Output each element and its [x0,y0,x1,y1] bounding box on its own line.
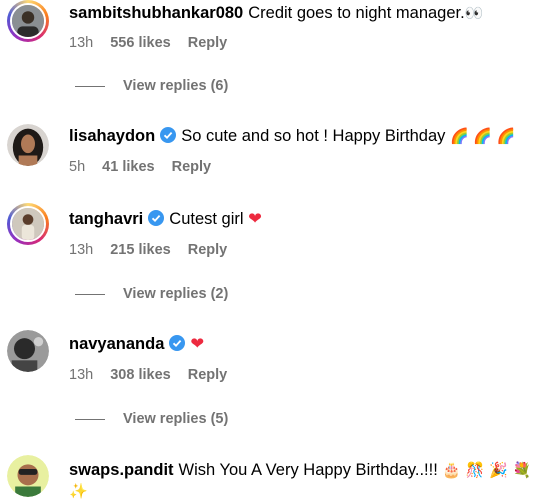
likes-count[interactable]: 41 likes [102,159,154,175]
comment-username[interactable]: sambitshubhankar080 [69,4,243,22]
comment-username[interactable]: lisahaydon [69,127,155,145]
verified-badge-icon [160,127,177,143]
divider-line [75,293,105,295]
avatar[interactable] [7,203,49,245]
view-replies-button[interactable]: View replies (5) [75,410,228,428]
comment-username[interactable]: tanghavri [69,210,143,228]
reply-button[interactable]: Reply [188,242,228,258]
comment-username[interactable]: swaps.pandit [69,461,174,479]
likes-count[interactable]: 308 likes [110,367,170,383]
avatar[interactable] [7,0,49,42]
comment-time[interactable]: 13h [69,242,93,258]
comment-time[interactable]: 13h [69,35,93,51]
heart-emoji: ❤ [248,209,262,228]
comment-text: Wish You A Very Happy Birthday..!!! [178,461,438,479]
verified-badge-icon [169,335,186,351]
sparkles-emoji: ✨ [69,482,88,500]
avatar[interactable] [7,330,49,372]
avatar[interactable] [7,455,49,497]
reply-button[interactable]: Reply [172,159,212,175]
comment-username[interactable]: navyananda [69,335,164,353]
heart-emoji: ❤ [190,334,205,353]
view-replies-label: View replies (2) [123,286,229,302]
verified-badge-icon [148,210,165,226]
avatar[interactable] [7,124,49,166]
view-replies-label: View replies (5) [123,411,229,427]
divider-line [75,418,105,420]
view-replies-button[interactable]: View replies (6) [75,77,228,95]
divider-line [75,85,105,87]
likes-count[interactable]: 556 likes [110,35,170,51]
comment-text: Cutest girl [169,210,244,228]
comment-time[interactable]: 13h [69,367,93,383]
comment-text: So cute and so hot ! Happy Birthday [181,127,446,145]
likes-count[interactable]: 215 likes [110,242,170,258]
comment-text: Credit goes to night manager. [248,4,465,22]
reply-button[interactable]: Reply [188,35,228,51]
rainbow-emoji: 🌈 🌈 🌈 [449,127,516,145]
celebration-emoji: 🎂 🎊 🎉 💐 [442,461,532,479]
view-replies-button[interactable]: View replies (2) [75,285,228,303]
eyes-emoji: 👀 [464,4,484,22]
view-replies-label: View replies (6) [123,78,229,94]
reply-button[interactable]: Reply [188,367,228,383]
comment-time[interactable]: 5h [69,159,85,175]
